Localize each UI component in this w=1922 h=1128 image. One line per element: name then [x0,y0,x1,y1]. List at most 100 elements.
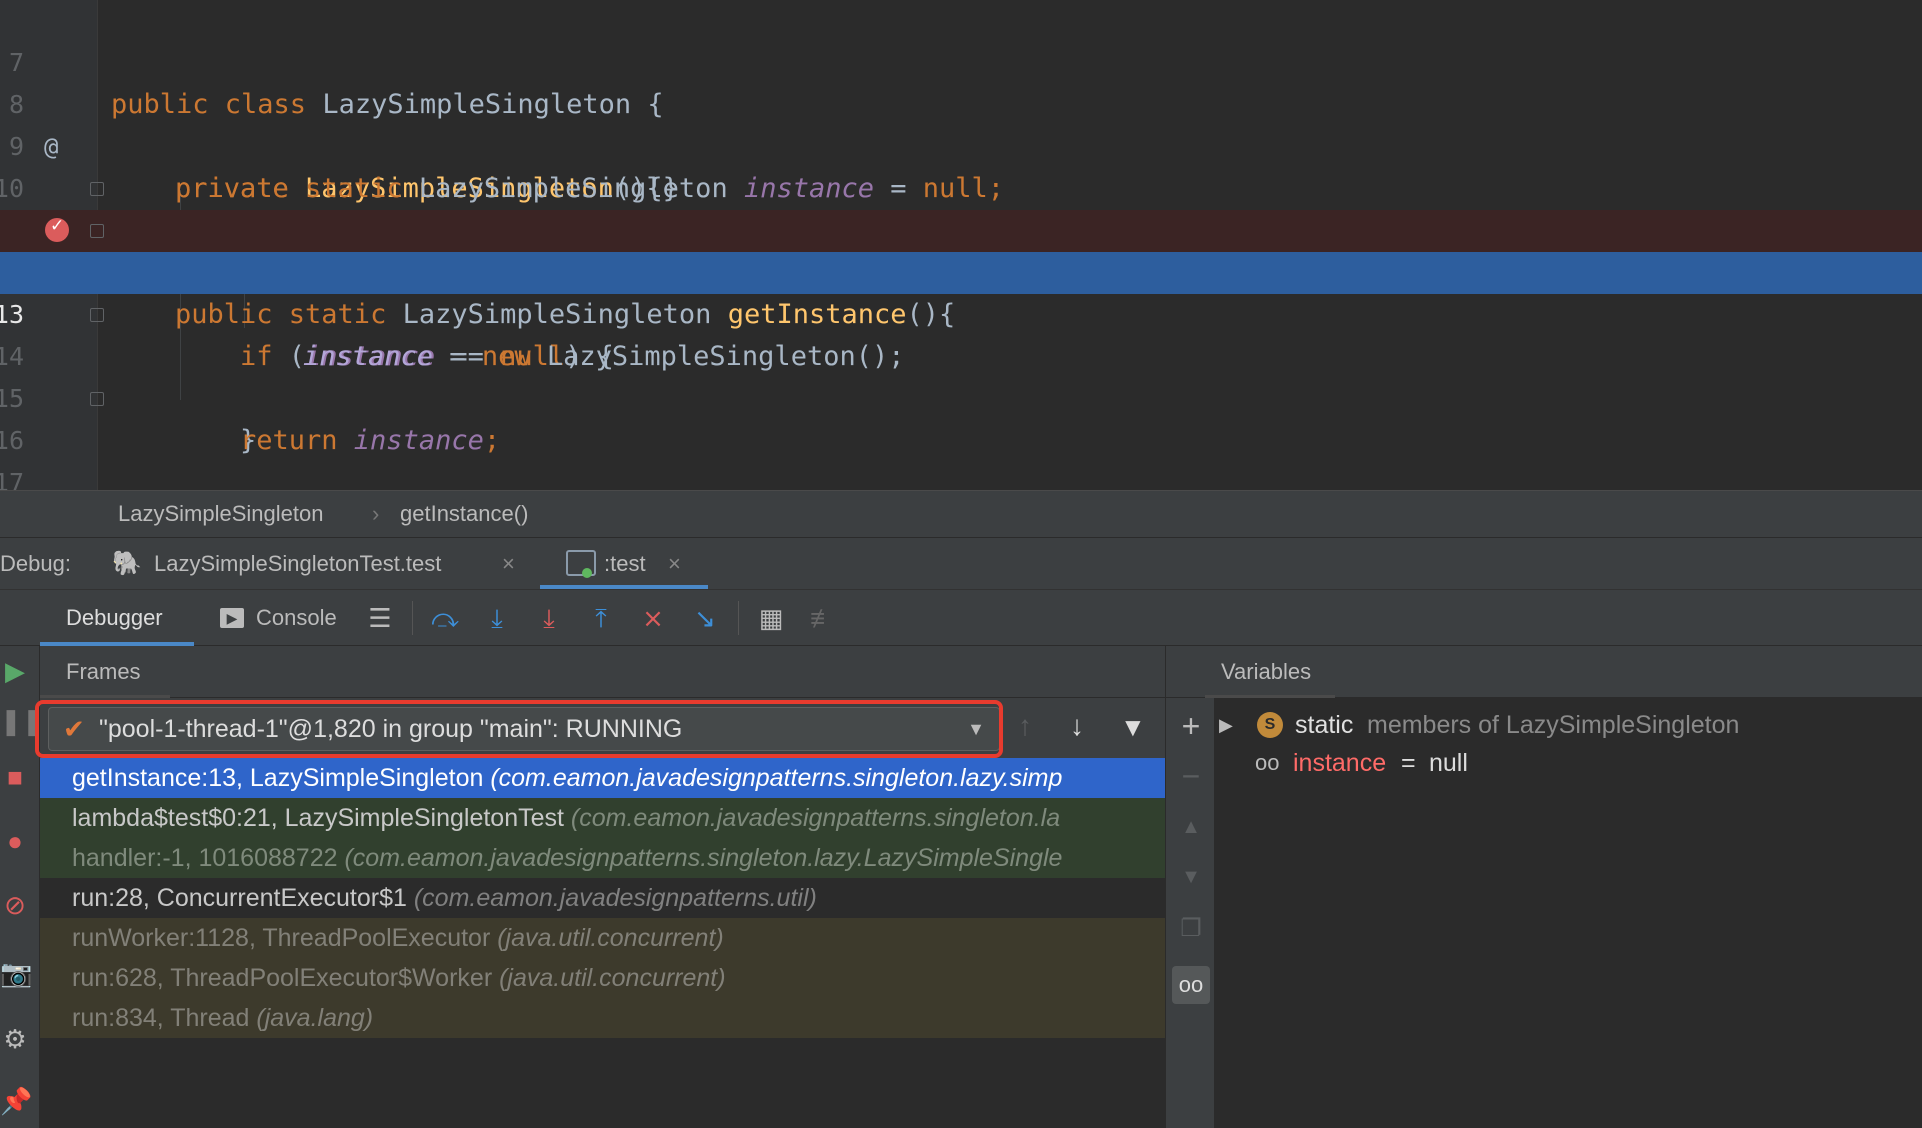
frame-package: (java.util.concurrent) [497,924,724,952]
code-line-14[interactable]: 14 } [0,294,1922,456]
code-editor[interactable]: 7 public class LazySimpleSingleton { 8 @… [0,0,1922,490]
tab-lazy-simple-singleton-test[interactable]: LazySimpleSingletonTest.test [154,538,441,590]
variables-side-toolbar: + − ▲ ▼ ❐ oo [1165,646,1216,1128]
frame-row[interactable]: runWorker:1128, ThreadPoolExecutor (java… [40,918,1165,958]
static-badge-icon: S [1257,712,1283,738]
active-tab-indicator [540,585,708,589]
show-execution-point-icon[interactable]: ⤼ [428,601,462,635]
code-line-15[interactable]: 15 return instance; [0,336,1922,456]
frames-panel: Frames ✔ "pool-1-thread-1"@1,820 in grou… [35,646,1165,1128]
fold-icon[interactable] [90,224,104,238]
frame-method: runWorker:1128, ThreadPoolExecutor [72,924,498,952]
variables-title: Variables [1221,659,1312,684]
breadcrumb-class[interactable]: LazySimpleSingleton [118,491,323,537]
breadcrumb-separator: › [372,501,380,526]
code-line-8[interactable]: 8 @ private LazySimpleSingleton(){} [0,42,1922,204]
frames-header: Frames [40,646,1165,698]
watches-toggle-icon[interactable]: oo [1172,966,1210,1004]
code-line-17[interactable]: 17 } [0,420,1922,490]
mute-breakpoints-icon[interactable]: ⊘ [0,890,30,920]
close-tab-icon[interactable]: × [502,538,515,590]
variable-value: null [1429,749,1468,777]
frame-package: (com.eamon.javadesignpatterns.singleton.… [344,844,1063,872]
variables-panel: Variables ▶ S static members of LazySimp… [1205,646,1922,1128]
frame-package: (java.lang) [256,1004,374,1032]
step-into-icon[interactable]: ⤓ [532,601,566,635]
stop-icon[interactable]: ■ [0,762,30,792]
frames-title: Frames [66,659,141,684]
tab-console[interactable]: Console [256,590,337,646]
frame-package: (java.util.concurrent) [499,964,726,992]
gradle-elephant-icon: 🐘 [112,550,142,577]
frame-method: run:834, Thread [72,1004,257,1032]
instance-variable-row[interactable]: oo instance = null [1215,744,1922,782]
frame-package: (com.eamon.javadesignpatterns.util) [413,884,817,912]
fold-icon[interactable] [90,182,104,196]
frame-row[interactable]: getInstance:13, LazySimpleSingleton (com… [40,758,1165,798]
pause-icon[interactable]: ❚❚ [0,706,44,736]
breadcrumb-method[interactable]: getInstance() [400,491,528,537]
toolbar-separator [412,601,413,635]
close-tab-icon[interactable]: × [668,538,681,590]
toolbar-separator [738,601,739,635]
frame-package: (com.eamon.javadesignpatterns.singleton.… [570,804,1061,832]
previous-frame-arrow-icon[interactable]: ↑ [1018,710,1032,742]
expand-arrow-icon[interactable]: ▶ [1219,706,1233,744]
debug-side-toolbar: ↻ ▶ ❚❚ ■ ● ⊘ 📷 ⚙ 📌 [0,590,44,1128]
tab-test[interactable]: :test [604,538,646,590]
frame-row[interactable]: run:28, ConcurrentExecutor$1 (com.eamon.… [40,878,1165,918]
code-line-13[interactable]: 13 instance = new LazySimpleSingleton(); [0,252,1922,372]
view-breakpoints-icon[interactable]: ● [0,826,30,856]
code-line-11[interactable]: 11 public static LazySimpleSingleton get… [0,168,1922,330]
frame-package: (com.eamon.javadesignpatterns.singleton.… [490,764,1063,792]
frames-menu-icon[interactable]: ☰ [363,601,397,635]
fold-icon[interactable] [90,392,104,406]
evaluate-expression-icon[interactable]: ▦ [754,601,788,635]
frame-row[interactable]: handler:-1, 1016088722 (com.eamon.javade… [40,838,1165,878]
next-frame-arrow-icon[interactable]: ↓ [1070,710,1084,742]
step-over-icon[interactable]: ⤓ [480,601,514,635]
console-icon: ▶ [220,608,244,628]
breakpoint-icon[interactable] [45,216,69,242]
trace-stream-icon[interactable]: ≢ [806,601,840,635]
code-line-16[interactable]: 16 } [0,378,1922,455]
watch-glasses-icon: oo [1255,750,1280,775]
debug-tab-bar: Debug: 🐘 LazySimpleSingletonTest.test × … [0,538,1922,590]
fold-icon[interactable] [90,308,104,322]
remove-watch-icon[interactable]: − [1166,758,1216,795]
static-members-row[interactable]: ▶ S static members of LazySimpleSingleto… [1215,706,1922,744]
variable-equals: = [1401,749,1416,777]
settings-gear-icon[interactable]: ⚙ [0,1024,30,1054]
code-line-9[interactable]: 9 private static LazySimpleSingleton ins… [0,84,1922,204]
step-out-icon[interactable]: ⤒ [584,601,618,635]
header-underline [1205,695,1335,698]
copy-icon[interactable]: ❐ [1166,914,1216,943]
code-line-10[interactable]: 10 [0,126,1922,203]
debugger-toolbar: Debugger ▶ Console ☰ ⤼ ⤓ ⤓ ⤒ ⨯ ↘ ▦ ≢ [0,590,1922,646]
breadcrumb: LazySimpleSingleton › getInstance() [0,490,1922,538]
frame-row[interactable]: run:628, ThreadPoolExecutor$Worker (java… [40,958,1165,998]
drop-frame-icon[interactable]: ⨯ [636,601,670,635]
move-up-icon[interactable]: ▲ [1166,816,1216,839]
add-watch-icon[interactable]: + [1166,708,1216,745]
code-line-12[interactable]: 12 if (instance == null) { [0,210,1922,372]
code-line-18[interactable]: 18 [0,462,1922,490]
move-down-icon[interactable]: ▼ [1166,866,1216,889]
frame-method: run:628, ThreadPoolExecutor$Worker [72,964,500,992]
frame-method: handler:-1, 1016088722 [72,844,345,872]
static-members-label: members of LazySimpleSingleton [1367,711,1740,739]
running-indicator-icon [582,568,592,578]
frame-row[interactable]: run:834, Thread (java.lang) [40,998,1165,1038]
camera-icon[interactable]: 📷 [0,958,32,988]
variables-header: Variables [1205,646,1922,698]
tab-debugger[interactable]: Debugger [66,590,163,646]
resume-icon[interactable]: ▶ [0,656,30,686]
static-keyword: static [1295,711,1354,739]
pin-icon[interactable]: 📌 [0,1086,32,1116]
annotation-highlight-box [35,700,1003,758]
code-line-7[interactable]: 7 public class LazySimpleSingleton { [0,0,1922,120]
run-to-cursor-icon[interactable]: ↘ [688,601,722,635]
frame-row[interactable]: lambda$test$0:21, LazySimpleSingletonTes… [40,798,1165,838]
debug-label: Debug: [0,551,71,576]
filter-icon[interactable]: ▼ [1120,712,1146,743]
